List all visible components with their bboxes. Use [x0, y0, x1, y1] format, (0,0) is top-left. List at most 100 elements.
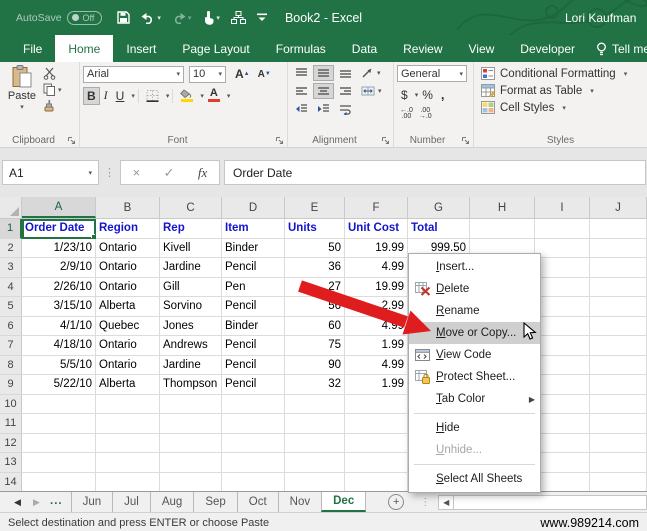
cell-D4[interactable]: Pen: [222, 278, 285, 298]
cell-B10[interactable]: [96, 395, 160, 415]
horizontal-scrollbar[interactable]: ◀: [438, 492, 647, 512]
cell-H1[interactable]: [470, 219, 535, 239]
cell-I10[interactable]: [535, 395, 590, 415]
column-header-E[interactable]: E: [285, 197, 345, 218]
number-dialog-launcher[interactable]: [461, 136, 470, 145]
cell-A8[interactable]: 5/5/10: [22, 356, 96, 376]
cell-E8[interactable]: 90: [285, 356, 345, 376]
cell-C12[interactable]: [160, 434, 222, 454]
redo-button[interactable]: ▾: [172, 12, 192, 24]
column-header-G[interactable]: G: [408, 197, 470, 218]
cell-B9[interactable]: Alberta: [96, 375, 160, 395]
cell-B3[interactable]: Ontario: [96, 258, 160, 278]
undo-button[interactable]: ▾: [141, 12, 161, 24]
cell-C11[interactable]: [160, 414, 222, 434]
sheet-tab-sep[interactable]: Sep: [193, 492, 236, 512]
cell-J1[interactable]: [590, 219, 647, 239]
ribbon-tab-home[interactable]: Home: [55, 35, 113, 62]
cell-J11[interactable]: [590, 414, 647, 434]
row-header-3[interactable]: 3: [0, 258, 22, 278]
center-button[interactable]: [313, 83, 334, 99]
cell-I8[interactable]: [535, 356, 590, 376]
ribbon-tab-developer[interactable]: Developer: [507, 35, 588, 62]
menu-item-unhide[interactable]: Unhide...: [409, 439, 540, 461]
cell-D12[interactable]: [222, 434, 285, 454]
decrease-font-button[interactable]: A▼: [254, 67, 275, 82]
cell-D8[interactable]: Pencil: [222, 356, 285, 376]
cell-A6[interactable]: 4/1/10: [22, 317, 96, 337]
menu-item-rename[interactable]: Rename: [409, 300, 540, 322]
decrease-indent-button[interactable]: [291, 101, 312, 117]
cell-F2[interactable]: 19.99: [345, 239, 408, 259]
column-header-F[interactable]: F: [345, 197, 408, 218]
cell-E7[interactable]: 75: [285, 336, 345, 356]
cell-E11[interactable]: [285, 414, 345, 434]
row-header-9[interactable]: 9: [0, 375, 22, 395]
cell-F13[interactable]: [345, 453, 408, 473]
column-header-B[interactable]: B: [96, 197, 160, 218]
cell-B14[interactable]: [96, 473, 160, 492]
sheet-tab-dec[interactable]: Dec: [321, 492, 366, 512]
row-header-13[interactable]: 13: [0, 453, 22, 473]
cell-C4[interactable]: Gill: [160, 278, 222, 298]
cell-J10[interactable]: [590, 395, 647, 415]
cell-B2[interactable]: Ontario: [96, 239, 160, 259]
cell-I3[interactable]: [535, 258, 590, 278]
formula-input[interactable]: Order Date: [224, 160, 646, 185]
insert-function-button[interactable]: fx: [198, 165, 207, 181]
cell-B13[interactable]: [96, 453, 160, 473]
cell-I4[interactable]: [535, 278, 590, 298]
increase-decimal-button[interactable]: ←.0.00: [397, 106, 416, 122]
cell-E9[interactable]: 32: [285, 375, 345, 395]
menu-item-protect-sheet[interactable]: Protect Sheet...: [409, 366, 540, 388]
cell-J7[interactable]: [590, 336, 647, 356]
column-header-A[interactable]: A: [22, 197, 96, 218]
cell-D2[interactable]: Binder: [222, 239, 285, 259]
row-header-11[interactable]: 11: [0, 414, 22, 434]
font-color-dropdown-icon[interactable]: ▾: [227, 92, 231, 100]
scroll-left-icon[interactable]: ◀: [438, 495, 454, 510]
sheet-tab-nov[interactable]: Nov: [278, 492, 321, 512]
cell-B6[interactable]: Quebec: [96, 317, 160, 337]
cell-D6[interactable]: Binder: [222, 317, 285, 337]
cell-A10[interactable]: [22, 395, 96, 415]
cell-F5[interactable]: 2.99: [345, 297, 408, 317]
cell-J9[interactable]: [590, 375, 647, 395]
cell-E14[interactable]: [285, 473, 345, 492]
alignment-dialog-launcher[interactable]: [381, 136, 390, 145]
cell-E10[interactable]: [285, 395, 345, 415]
undo-dropdown-icon[interactable]: ▾: [157, 14, 161, 22]
bottom-align-button[interactable]: [335, 65, 356, 81]
ribbon-tab-file[interactable]: File: [10, 35, 55, 62]
touch-mode-dropdown-icon[interactable]: ▾: [216, 14, 220, 22]
row-header-4[interactable]: 4: [0, 278, 22, 298]
cell-A13[interactable]: [22, 453, 96, 473]
underline-dropdown-icon[interactable]: ▾: [131, 92, 135, 100]
orientation-button[interactable]: ▾: [357, 65, 385, 81]
cell-A14[interactable]: [22, 473, 96, 492]
cell-C6[interactable]: Jones: [160, 317, 222, 337]
cell-E3[interactable]: 36: [285, 258, 345, 278]
menu-item-select-all-sheets[interactable]: Select All Sheets: [409, 468, 540, 490]
menu-item-move-or-copy[interactable]: Move or Copy...: [409, 322, 540, 344]
cell-B12[interactable]: [96, 434, 160, 454]
bold-button[interactable]: B: [83, 87, 100, 105]
cell-J6[interactable]: [590, 317, 647, 337]
font-name-combo[interactable]: Arial ▾: [83, 66, 184, 83]
cell-I14[interactable]: [535, 473, 590, 492]
decrease-decimal-button[interactable]: .00→.0: [416, 106, 435, 122]
cell-J3[interactable]: [590, 258, 647, 278]
cell-I5[interactable]: [535, 297, 590, 317]
borders-dropdown-icon[interactable]: ▾: [166, 92, 170, 100]
cell-I7[interactable]: [535, 336, 590, 356]
name-box-dropdown-icon[interactable]: ▾: [88, 169, 92, 177]
cell-A3[interactable]: 2/9/10: [22, 258, 96, 278]
menu-item-tab-color[interactable]: Tab Color▶: [409, 388, 540, 410]
customize-qat-button[interactable]: [257, 13, 267, 22]
cell-C14[interactable]: [160, 473, 222, 492]
cell-F1[interactable]: Unit Cost: [345, 219, 408, 239]
number-format-combo[interactable]: General ▾: [397, 65, 467, 82]
font-dialog-launcher[interactable]: [275, 136, 284, 145]
cell-A11[interactable]: [22, 414, 96, 434]
cell-D13[interactable]: [222, 453, 285, 473]
